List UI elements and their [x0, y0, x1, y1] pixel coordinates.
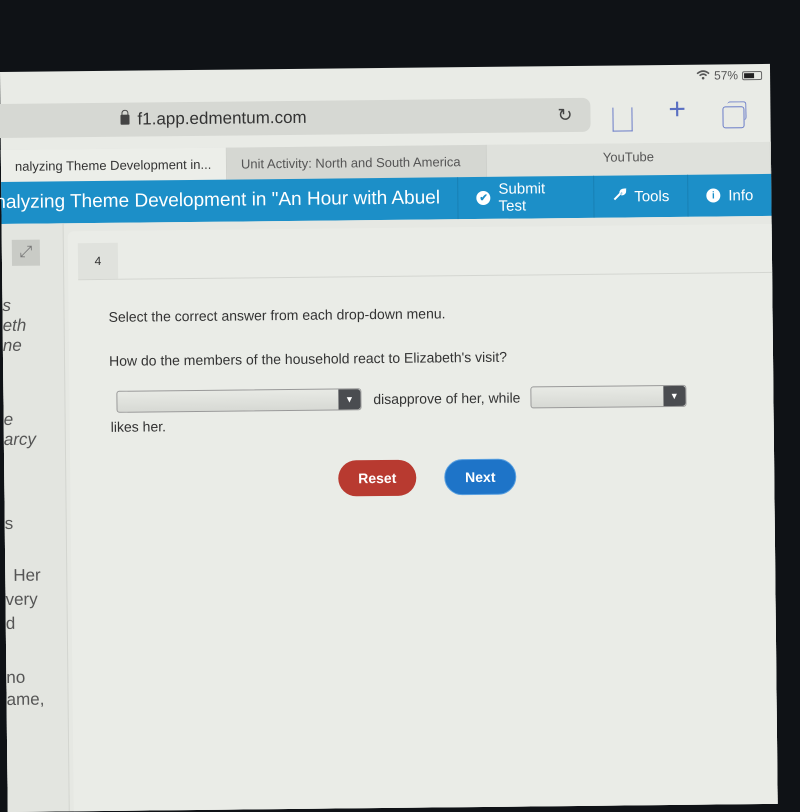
chevron-down-icon: ▼ [663, 385, 686, 407]
browser-tab-analyzing-theme[interactable]: nalyzing Theme Development in... [0, 147, 228, 182]
battery-percent: 57% [713, 68, 739, 83]
wifi-icon [696, 69, 710, 83]
instruction-text: Select the correct answer from each drop… [108, 305, 446, 325]
submit-test-label: Submit Test [498, 180, 546, 215]
passage-fragment: very [5, 589, 38, 609]
question-number: 4 [77, 242, 119, 280]
answer-dropdown-1[interactable]: ▼ [116, 388, 362, 413]
expand-icon[interactable]: ⤢ [11, 239, 41, 266]
passage-fragment: s [4, 513, 14, 533]
browser-tab-youtube[interactable]: YouTube [486, 141, 772, 177]
browser-tab-unit-activity[interactable]: Unit Activity: North and South America [226, 144, 488, 180]
info-label: Info [728, 186, 754, 204]
passage-fragment: arcy [3, 429, 37, 449]
passage-fragment: ame, [6, 689, 45, 709]
browser-toolbar: f1.app.edmentum.com ↻ + [0, 92, 770, 144]
question-panel: 4 Select the correct answer from each dr… [67, 223, 778, 812]
tools-label: Tools [634, 187, 670, 205]
info-icon: i [706, 188, 721, 203]
divider [78, 271, 773, 281]
tools-button[interactable]: Tools [593, 174, 688, 218]
lesson-title: nalyzing Theme Development in "An Hour w… [0, 187, 441, 214]
next-button[interactable]: Next [444, 458, 517, 496]
answer-dropdown-2[interactable]: ▼ [530, 384, 687, 409]
sentence-middle-text: disapprove of her, while [373, 389, 521, 408]
passage-fragment: no [6, 667, 26, 687]
passage-fragment: s [2, 295, 12, 315]
address-bar[interactable]: f1.app.edmentum.com ↻ [0, 97, 591, 139]
check-circle-icon: ✔ [476, 190, 491, 206]
tabs-overview-icon[interactable] [722, 106, 745, 129]
reload-icon[interactable]: ↻ [557, 105, 572, 126]
wrench-icon [612, 187, 627, 205]
passage-fragment: d [5, 613, 16, 633]
status-bar: 57% [696, 68, 763, 83]
new-tab-icon[interactable]: + [668, 93, 686, 127]
passage-fragment: e [3, 409, 14, 429]
info-button[interactable]: i Info [687, 173, 772, 217]
passage-fragment: Her [13, 565, 41, 585]
share-icon[interactable] [612, 107, 633, 132]
answer-sentence: ▼ disapprove of her, while ▼ likes her. [110, 384, 733, 435]
passage-pane: ⤢ s eth ne e arcy s Her very d no ame, [1, 223, 70, 812]
submit-test-button[interactable]: ✔ Submit Test [457, 175, 594, 220]
ipad-screen: 57% f1.app.edmentum.com ↻ + nalyzing The… [0, 63, 778, 812]
url-text: f1.app.edmentum.com [137, 107, 307, 129]
question-prompt: How do the members of the household reac… [108, 348, 508, 369]
passage-fragment: eth [2, 315, 27, 335]
lock-icon [120, 114, 130, 125]
sentence-end-text: likes her. [110, 418, 167, 435]
passage-fragment: ne [2, 335, 22, 355]
test-content-area: ⤢ s eth ne e arcy s Her very d no ame, 4… [1, 215, 778, 812]
chevron-down-icon: ▼ [338, 389, 361, 410]
reset-button[interactable]: Reset [338, 459, 417, 497]
battery-icon [742, 70, 763, 80]
